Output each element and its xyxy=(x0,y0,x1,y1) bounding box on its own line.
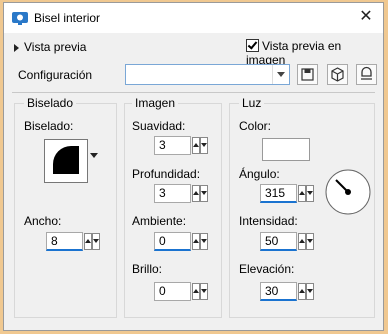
brightness-input[interactable]: 0 xyxy=(154,282,191,301)
checkbox-checked-icon xyxy=(246,39,259,52)
smoothness-input[interactable]: 3 xyxy=(154,136,191,155)
spinner-down-icon[interactable] xyxy=(200,233,208,250)
spinner-down-icon[interactable] xyxy=(92,233,100,250)
app-icon xyxy=(12,12,28,25)
spinner-up-icon[interactable] xyxy=(298,185,306,202)
intensity-label: Intensidad: xyxy=(239,214,298,228)
spinner-up-icon[interactable] xyxy=(84,233,92,250)
elevation-input[interactable]: 30 xyxy=(260,282,297,301)
spinner-down-icon[interactable] xyxy=(306,283,314,300)
depth-spinner[interactable]: 3 xyxy=(154,184,208,203)
bevel-group xyxy=(14,103,117,318)
close-button[interactable]: ✕ xyxy=(352,5,380,29)
title-bar: Bisel interior ✕ xyxy=(4,3,383,33)
width-input[interactable]: 8 xyxy=(46,232,83,251)
spinner-up-icon[interactable] xyxy=(192,233,200,250)
config-dropdown[interactable] xyxy=(125,64,290,85)
cube-icon xyxy=(331,67,344,82)
bevel-dropdown-arrow-icon[interactable] xyxy=(90,153,98,158)
manage-presets-button[interactable] xyxy=(356,64,377,85)
brightness-spinner[interactable]: 0 xyxy=(154,282,208,301)
image-group-title: Imagen xyxy=(132,96,179,110)
elevation-label: Elevación: xyxy=(239,262,295,276)
ambient-input[interactable]: 0 xyxy=(154,232,191,251)
ambient-label: Ambiente: xyxy=(132,214,187,228)
divider xyxy=(12,92,375,93)
spinner-down-icon[interactable] xyxy=(306,233,314,250)
chevron-down-icon[interactable] xyxy=(272,65,289,84)
bevel-label: Biselado: xyxy=(24,119,74,133)
bevel-shape-selector[interactable] xyxy=(44,139,88,183)
angle-label: Ángulo: xyxy=(239,167,280,181)
spinner-up-icon[interactable] xyxy=(192,185,200,202)
light-color-swatch[interactable] xyxy=(262,138,310,161)
width-label: Ancho: xyxy=(24,214,62,228)
depth-label: Profundidad: xyxy=(132,167,201,181)
spinner-down-icon[interactable] xyxy=(200,137,208,154)
spinner-down-icon[interactable] xyxy=(200,283,208,300)
angle-spinner[interactable]: 315 xyxy=(260,184,314,203)
smoothness-label: Suavidad: xyxy=(132,119,186,133)
spinner-down-icon[interactable] xyxy=(200,185,208,202)
brightness-label: Brillo: xyxy=(132,262,163,276)
expand-arrow-icon xyxy=(14,43,19,52)
preview-in-image-checkbox[interactable]: Vista previa en imagen xyxy=(246,39,383,67)
spinner-up-icon[interactable] xyxy=(298,233,306,250)
spinner-up-icon[interactable] xyxy=(192,137,200,154)
intensity-spinner[interactable]: 50 xyxy=(260,232,314,251)
manage-presets-icon xyxy=(361,66,372,80)
save-icon xyxy=(301,68,314,81)
preview-in-image-label: Vista previa en imagen xyxy=(246,39,342,67)
bevel-shape-icon xyxy=(53,146,79,174)
preview-toggle[interactable]: Vista previa xyxy=(14,40,86,54)
spinner-up-icon[interactable] xyxy=(298,283,306,300)
angle-dial[interactable] xyxy=(324,168,372,216)
smoothness-spinner[interactable]: 3 xyxy=(154,136,208,155)
bevel-group-title: Biselado xyxy=(24,96,77,110)
preview-toggle-label: Vista previa xyxy=(24,40,87,54)
ambient-spinner[interactable]: 0 xyxy=(154,232,208,251)
color-label: Color: xyxy=(239,119,272,133)
elevation-spinner[interactable]: 30 xyxy=(260,282,314,301)
spinner-down-icon[interactable] xyxy=(306,185,314,202)
light-group-title: Luz xyxy=(239,96,265,110)
dialog-window: Bisel interior ✕ Vista previa Vista prev… xyxy=(3,2,384,331)
intensity-input[interactable]: 50 xyxy=(260,232,297,251)
spinner-up-icon[interactable] xyxy=(192,283,200,300)
angle-input[interactable]: 315 xyxy=(260,184,297,203)
config-label: Configuración xyxy=(18,68,93,82)
save-preset-button[interactable] xyxy=(297,64,318,85)
reset-preset-button[interactable] xyxy=(327,64,348,85)
depth-input[interactable]: 3 xyxy=(154,184,191,203)
window-title: Bisel interior xyxy=(34,11,101,25)
width-spinner[interactable]: 8 xyxy=(46,232,100,251)
